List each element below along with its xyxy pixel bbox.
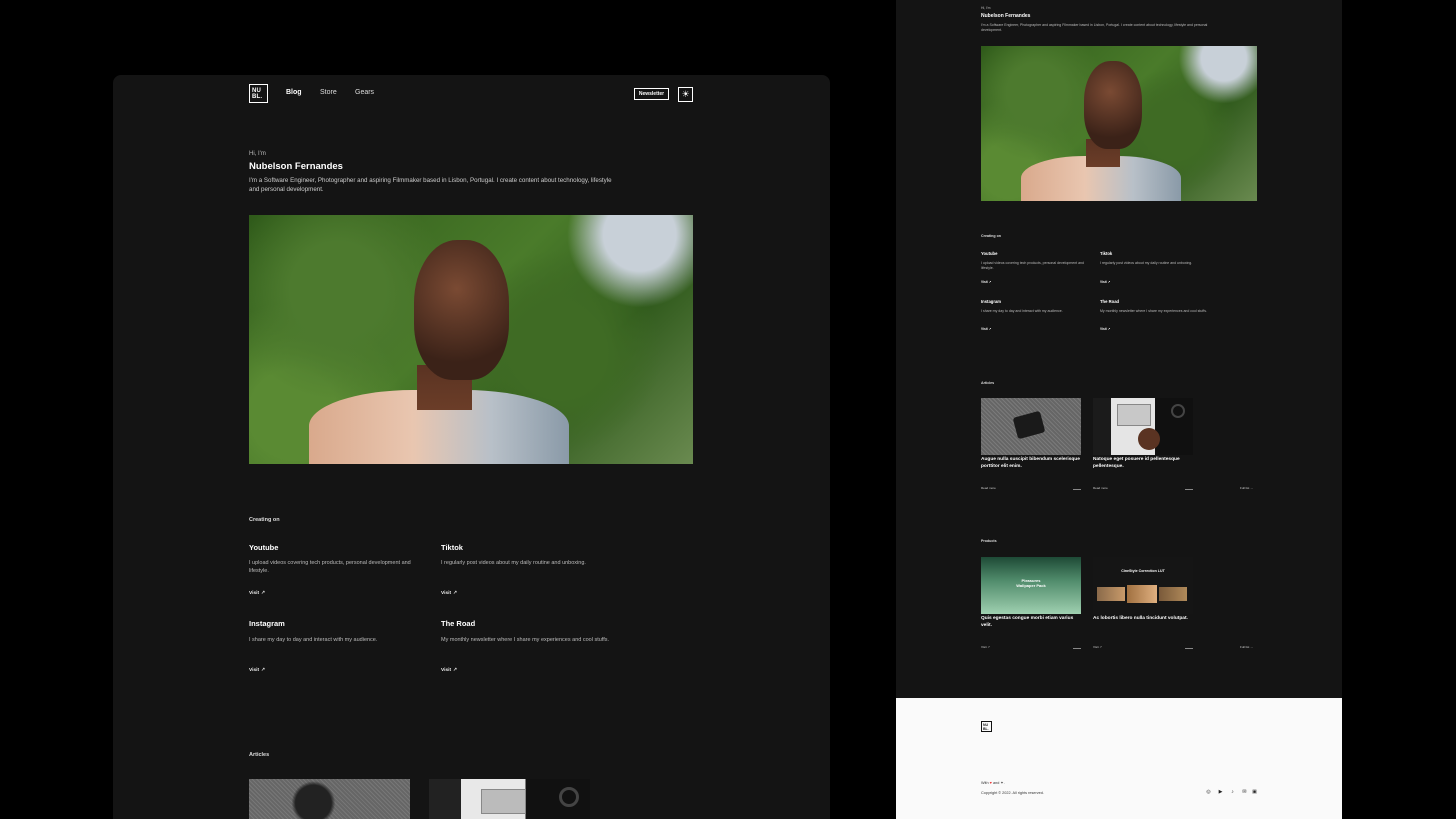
visit-the-road-link[interactable]: Visit ↗ [441, 667, 457, 673]
tiktok-icon[interactable]: ♪ [1230, 790, 1235, 795]
nav-link-store[interactable]: Store [320, 89, 337, 96]
greeting-text: Hi, I'm [249, 151, 266, 157]
creating-on-label: Creating on [249, 517, 280, 523]
author-name-small: Nubelson Fernandes [981, 13, 1031, 19]
card-desc-youtube-small: I upload videos covering tech products, … [981, 261, 1084, 270]
external-link-icon: ↗ [453, 590, 458, 596]
articles-label: Articles [249, 752, 270, 758]
article-thumbnail-desk[interactable] [429, 779, 590, 819]
card-title-the-road-small: The Road [1100, 299, 1120, 304]
instagram-icon[interactable]: ◎ [1206, 790, 1211, 795]
visit-product-link-2[interactable]: Visit ↗ [1093, 645, 1102, 649]
theme-toggle-button[interactable]: ☀ [678, 87, 693, 102]
external-link-icon: ↗ [453, 667, 458, 673]
divider-line [1185, 489, 1193, 490]
newsletter-icon[interactable]: ✉ [1242, 790, 1247, 795]
product-thumb-text: Pleasures Wallpaper Pack [1016, 578, 1046, 588]
product-thumbnail-wallpaper[interactable]: Pleasures Wallpaper Pack [981, 557, 1081, 614]
visit-tiktok-link[interactable]: Visit ↗ [441, 590, 457, 596]
nav-link-gears[interactable]: Gears [355, 89, 374, 96]
top-navigation: NU BL. Blog Store Gears Newsletter ☀ [249, 84, 693, 104]
visit-instagram-link-small[interactable]: Visit ↗ [981, 327, 991, 331]
card-desc-instagram-small: I share my day to day and interact with … [981, 309, 1063, 313]
visit-youtube-link[interactable]: Visit ↗ [249, 590, 265, 596]
product-thumb-text: CineStyle Correction LUT [1121, 569, 1165, 573]
sun-icon: ☀ [681, 89, 690, 99]
card-description: My monthly newsletter where I share my e… [441, 637, 610, 643]
author-bio: I'm a Software Engineer, Photographer an… [249, 177, 612, 193]
card-title: Tiktok [441, 543, 463, 552]
copyright-text: Copyright © 2022. All rights reserved. [981, 791, 1044, 795]
read-more-link-2[interactable]: Read more [1093, 486, 1108, 490]
article-thumbnail-camera-small[interactable] [981, 398, 1081, 455]
preview-page-frame: Hi, I'm Nubelson Fernandes I'm a Softwar… [896, 0, 1342, 698]
footer-logo[interactable]: NU BL. [981, 721, 992, 732]
product-title-2[interactable]: Ac lobortis libero nulla tincidunt volut… [1093, 616, 1193, 623]
author-bio-small: I'm a Software Engineer, Photographer an… [981, 23, 1208, 32]
visit-the-road-link-small[interactable]: Visit ↗ [1100, 327, 1110, 331]
visit-tiktok-link-small[interactable]: Visit ↗ [1100, 280, 1110, 284]
site-logo[interactable]: NU BL. [249, 84, 268, 103]
sparkle-icon: ✦ [1000, 781, 1004, 785]
hero-portrait-image [249, 215, 693, 464]
external-link-icon: ↗ [261, 667, 266, 673]
article-title-1[interactable]: Augue nulla suscipit bibendum scelerisqu… [981, 457, 1081, 470]
twitch-icon[interactable]: ▣ [1252, 790, 1257, 795]
visit-instagram-link[interactable]: Visit ↗ [249, 667, 265, 673]
card-title-tiktok-small: Tiktok [1100, 251, 1113, 256]
card-title: The Road [441, 619, 476, 628]
greeting-text-small: Hi, I'm [981, 6, 991, 10]
card-title-instagram-small: Instagram [981, 299, 1002, 304]
site-footer: NU BL. With ♥ and ✦. Copyright © 2022. A… [896, 698, 1342, 819]
articles-full-list-link[interactable]: Full list → [1240, 486, 1253, 490]
card-description: I regularly post videos about my daily r… [441, 560, 586, 566]
product-title-1[interactable]: Quis egestas congue morbi etiam varius v… [981, 616, 1081, 629]
article-thumbnail-camera[interactable] [249, 779, 410, 819]
main-page-frame: NU BL. Blog Store Gears Newsletter ☀ Hi,… [113, 75, 830, 819]
divider-line [1073, 489, 1081, 490]
card-title: Instagram [249, 619, 285, 628]
card-description: I upload videos covering tech products, … [249, 560, 411, 574]
product-thumbnail-lut[interactable]: CineStyle Correction LUT [1093, 557, 1193, 614]
youtube-icon[interactable]: ▶ [1218, 790, 1223, 795]
nav-link-blog[interactable]: Blog [286, 89, 302, 96]
visit-product-link-1[interactable]: Visit ↗ [981, 645, 990, 649]
hero-portrait-image-small [981, 46, 1257, 201]
heart-icon: ♥ [989, 781, 992, 785]
read-more-link-1[interactable]: Read more [981, 486, 996, 490]
card-title-youtube-small: Youtube [981, 251, 998, 256]
newsletter-button[interactable]: Newsletter [634, 88, 669, 100]
creating-on-label-small: Creating on [981, 234, 1001, 238]
author-name: Nubelson Fernandes [249, 161, 343, 172]
products-full-list-link[interactable]: Full list → [1240, 645, 1253, 649]
card-desc-tiktok-small: I regularly post videos about my daily r… [1100, 261, 1193, 265]
articles-label-small: Articles [981, 381, 995, 385]
divider-line [1185, 648, 1193, 649]
article-title-2[interactable]: Natoque eget posuere id pellentesque pel… [1093, 457, 1193, 470]
card-description: I share my day to day and interact with … [249, 637, 378, 643]
products-label-small: Products [981, 539, 997, 543]
card-title: Youtube [249, 543, 279, 552]
card-desc-the-road-small: My monthly newsletter where I share my e… [1100, 309, 1207, 313]
external-link-icon: ↗ [261, 590, 266, 596]
article-thumbnail-desk-small[interactable] [1093, 398, 1193, 455]
visit-youtube-link-small[interactable]: Visit ↗ [981, 280, 991, 284]
made-with-text: With ♥ and ✦. [981, 781, 1005, 785]
divider-line [1073, 648, 1081, 649]
